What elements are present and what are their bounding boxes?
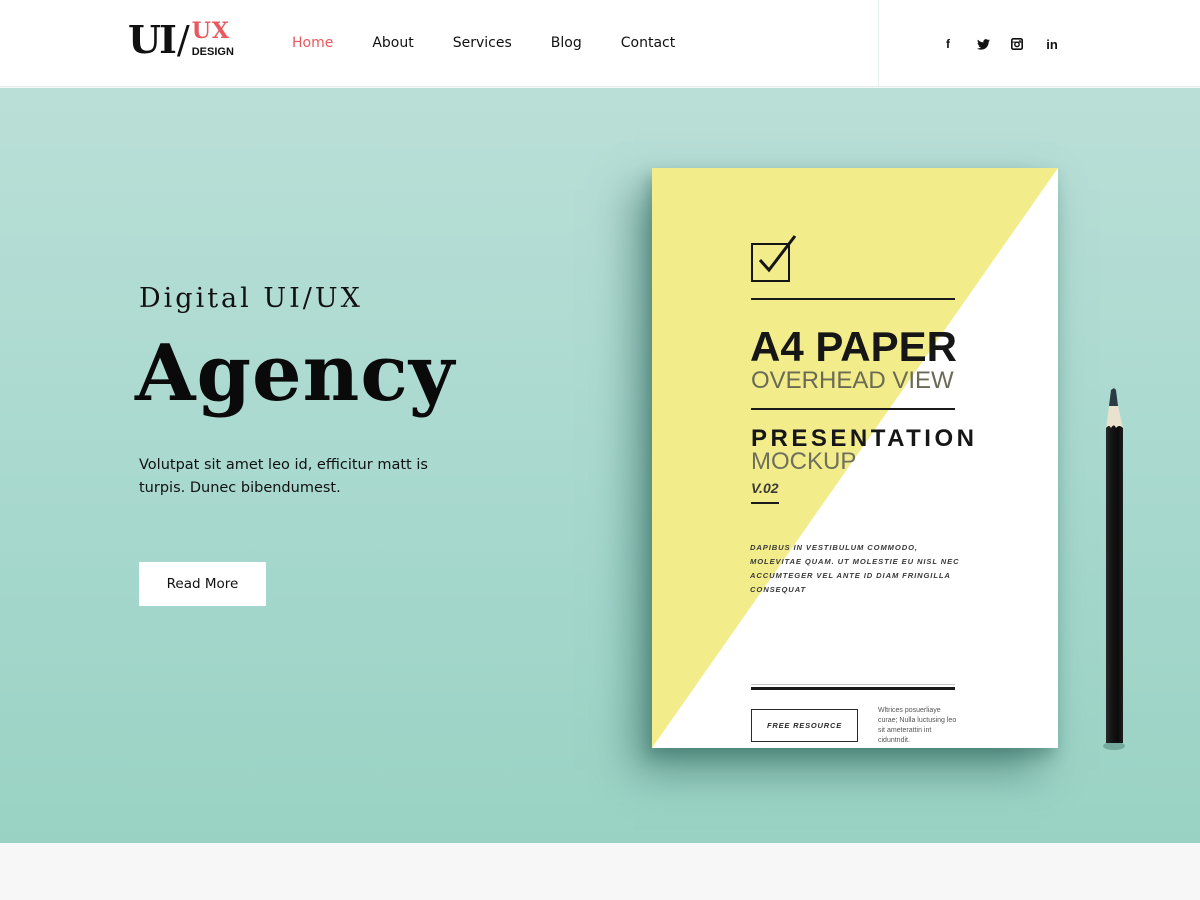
- logo-ux-text: UX: [191, 18, 230, 44]
- mockup-version-rule: [751, 502, 779, 504]
- social-links: f in: [940, 36, 1060, 52]
- facebook-icon[interactable]: f: [940, 36, 956, 52]
- mockup-side-text: Wltrices posuerliaye curae; Nulla luctus…: [878, 707, 957, 744]
- nav-blog[interactable]: Blog: [551, 34, 582, 52]
- logo[interactable]: UI / UX DESIGN: [128, 20, 234, 64]
- hero-subtitle: Digital UI/UX: [139, 283, 363, 314]
- instagram-icon[interactable]: [1011, 36, 1023, 52]
- header-divider: [878, 0, 879, 87]
- paper-mockup-image: A4 PAPER OVERHEAD VIEW PRESENTATION MOCK…: [652, 168, 1058, 748]
- linkedin-icon[interactable]: in: [1044, 36, 1060, 52]
- mockup-version: V.02: [751, 480, 779, 496]
- nav-contact[interactable]: Contact: [621, 34, 675, 52]
- hero-title: Agency: [135, 328, 456, 419]
- logo-slash: /: [176, 18, 190, 62]
- nav-about[interactable]: About: [372, 34, 413, 52]
- site-header: UI / UX DESIGN Home About Services Blog …: [0, 0, 1200, 87]
- mockup-subheading: OVERHEAD VIEW: [751, 367, 954, 394]
- mockup-rule-top: [751, 298, 955, 300]
- mockup-free-resource-label: FREE RESOURCE: [751, 709, 858, 742]
- checkbox-icon: [751, 235, 797, 282]
- mockup-body-text: DAPIBUS IN VESTIBULUM COMMODO, MOLEVITAE…: [750, 543, 960, 594]
- mockup-rule-bottom: [751, 687, 955, 690]
- next-section-strip: [0, 843, 1200, 900]
- mockup-rule-thin: [751, 684, 955, 685]
- mockup-subheading-2: MOCKUP: [751, 448, 857, 475]
- logo-design-text: DESIGN: [191, 46, 234, 58]
- mockup-rule-middle: [751, 408, 955, 410]
- hero-section: Digital UI/UX Agency Volutpat sit amet l…: [0, 88, 1200, 843]
- main-nav: Home About Services Blog Contact: [292, 34, 714, 52]
- hero-description: Volutpat sit amet leo id, efficitur matt…: [139, 457, 428, 496]
- pencil-image: [1103, 388, 1125, 750]
- logo-right: UX DESIGN: [192, 20, 234, 59]
- mockup-heading: A4 PAPER: [750, 323, 957, 370]
- logo-ui-text: UI: [128, 17, 177, 62]
- nav-home[interactable]: Home: [292, 34, 333, 52]
- nav-services[interactable]: Services: [453, 34, 512, 52]
- read-more-button[interactable]: Read More: [139, 562, 266, 606]
- twitter-icon[interactable]: [977, 36, 990, 52]
